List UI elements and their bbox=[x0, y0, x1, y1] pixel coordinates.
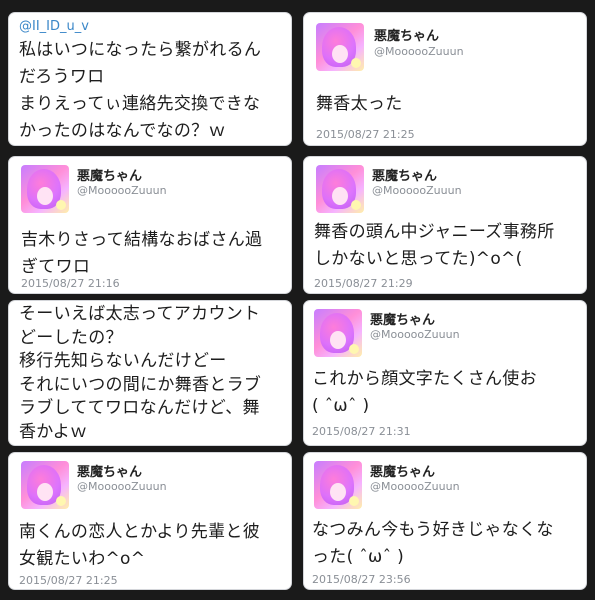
avatar[interactable] bbox=[314, 461, 362, 509]
avatar[interactable] bbox=[316, 165, 364, 213]
tweet-card-1[interactable]: @II_ID_u_v 私はいつになったら繋がれるん だろうワロ まりえってぃ連絡… bbox=[8, 12, 292, 146]
author-handle[interactable]: @MoooooZuuun bbox=[372, 184, 462, 197]
avatar[interactable] bbox=[21, 461, 69, 509]
timestamp[interactable]: 2015/08/27 21:25 bbox=[19, 574, 118, 587]
tweet-text: これから顔文字たくさん使お ( ˆωˆ ) bbox=[312, 369, 537, 416]
avatar-face bbox=[37, 187, 53, 205]
avatar-sparkle bbox=[56, 200, 66, 210]
avatar-face bbox=[37, 483, 53, 501]
avatar-sparkle bbox=[349, 344, 359, 354]
tweet-text: なつみん今もう好きじゃなくな った( ˆωˆ ) bbox=[312, 520, 554, 567]
mention-handle[interactable]: @II_ID_u_v bbox=[19, 19, 89, 34]
tweet-text: 南くんの恋人とかより先輩と彼 女観たいわ^o^ bbox=[19, 522, 261, 569]
tweet-card-3[interactable]: 悪魔ちゃん @MoooooZuuun 吉木りさって結構なおばさん過 ぎてワロ 2… bbox=[8, 156, 292, 294]
tweet-text: 私はいつになったら繋がれるん だろうワロ まりえってぃ連絡先交換できな かったの… bbox=[19, 40, 262, 141]
author-name[interactable]: 悪魔ちゃん bbox=[374, 25, 439, 44]
avatar[interactable] bbox=[21, 165, 69, 213]
timestamp[interactable]: 2015/08/27 21:29 bbox=[314, 277, 413, 290]
tweet-card-5[interactable]: そーいえば太志ってアカウント どーしたの？ 移行先知らないんだけどー それにいつ… bbox=[8, 300, 292, 446]
tweet-text: 舞香太った bbox=[316, 94, 403, 114]
author-name[interactable]: 悪魔ちゃん bbox=[370, 461, 435, 480]
author-handle[interactable]: @MoooooZuuun bbox=[370, 480, 460, 493]
tweet-card-4[interactable]: 悪魔ちゃん @MoooooZuuun 舞香の頭ん中ジャニーズ事務所 しかないと思… bbox=[303, 156, 587, 294]
author-name[interactable]: 悪魔ちゃん bbox=[77, 461, 142, 480]
timestamp[interactable]: 2015/08/27 21:16 bbox=[21, 277, 120, 290]
author-name[interactable]: 悪魔ちゃん bbox=[370, 309, 435, 328]
tweet-card-7[interactable]: 悪魔ちゃん @MoooooZuuun 南くんの恋人とかより先輩と彼 女観たいわ^… bbox=[8, 452, 292, 590]
tweet-card-6[interactable]: 悪魔ちゃん @MoooooZuuun これから顔文字たくさん使お ( ˆωˆ )… bbox=[303, 300, 587, 446]
author-handle[interactable]: @MoooooZuuun bbox=[370, 328, 460, 341]
tweet-text: 吉木りさって結構なおばさん過 ぎてワロ bbox=[21, 230, 263, 277]
timestamp[interactable]: 2015/08/27 21:31 bbox=[312, 425, 411, 438]
avatar-face bbox=[330, 483, 346, 501]
author-handle[interactable]: @MoooooZuuun bbox=[77, 184, 167, 197]
avatar[interactable] bbox=[316, 23, 364, 71]
timestamp[interactable]: 2015/08/27 21:25 bbox=[316, 128, 415, 141]
tweet-text: そーいえば太志ってアカウント どーしたの？ 移行先知らないんだけどー それにいつ… bbox=[19, 304, 262, 442]
avatar-sparkle bbox=[349, 496, 359, 506]
avatar-face bbox=[332, 187, 348, 205]
author-name[interactable]: 悪魔ちゃん bbox=[77, 165, 142, 184]
avatar-sparkle bbox=[351, 200, 361, 210]
avatar[interactable] bbox=[314, 309, 362, 357]
avatar-face bbox=[332, 45, 348, 63]
author-name[interactable]: 悪魔ちゃん bbox=[372, 165, 437, 184]
tweet-card-8[interactable]: 悪魔ちゃん @MoooooZuuun なつみん今もう好きじゃなくな った( ˆω… bbox=[303, 452, 587, 590]
avatar-sparkle bbox=[56, 496, 66, 506]
author-handle[interactable]: @MoooooZuuun bbox=[77, 480, 167, 493]
tweet-card-2[interactable]: 悪魔ちゃん @MoooooZuuun 舞香太った 2015/08/27 21:2… bbox=[303, 12, 587, 146]
author-handle[interactable]: @MoooooZuuun bbox=[374, 45, 464, 58]
tweet-text: 舞香の頭ん中ジャニーズ事務所 しかないと思ってた)^o^( bbox=[314, 222, 555, 269]
avatar-face bbox=[330, 331, 346, 349]
timestamp[interactable]: 2015/08/27 23:56 bbox=[312, 573, 411, 586]
avatar-sparkle bbox=[351, 58, 361, 68]
